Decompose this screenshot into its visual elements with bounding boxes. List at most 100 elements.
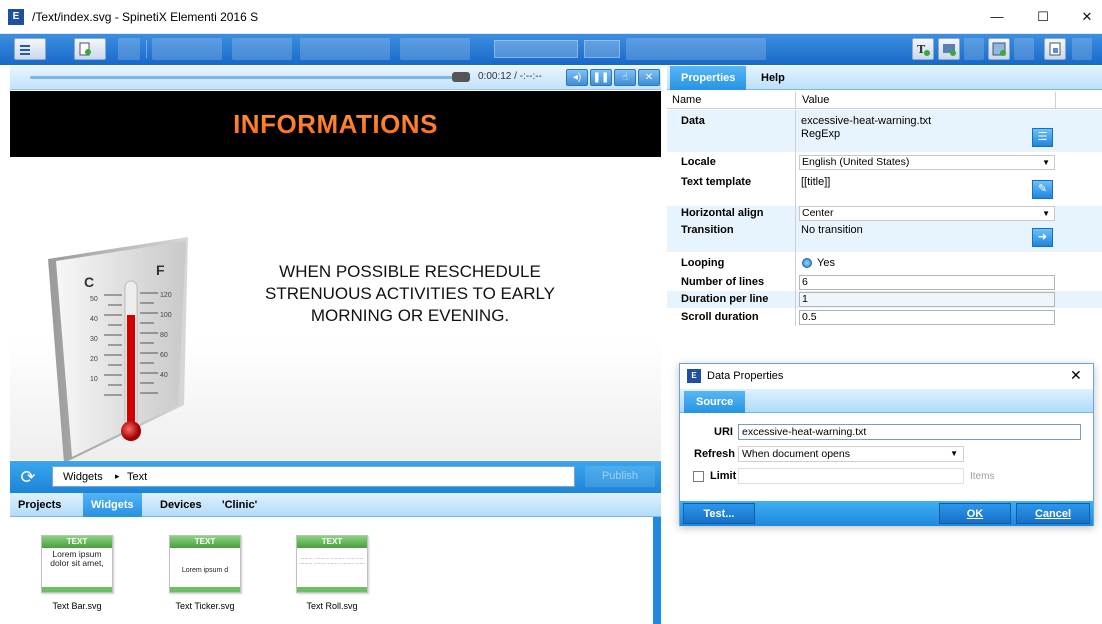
chevron-down-icon: ▼: [950, 449, 958, 458]
widget-card-text-roll[interactable]: TEXT ·········· ··········· ·········· ·…: [296, 535, 368, 593]
dialog-close-icon[interactable]: ✕: [1070, 367, 1082, 384]
playback-time: 0:00:12 / -:--:--: [478, 71, 542, 82]
chevron-down-icon: ▼: [1042, 158, 1050, 167]
add-widget-button[interactable]: [1014, 38, 1034, 60]
arrange-buttons-group[interactable]: [400, 38, 470, 60]
chevron-down-icon: ▼: [1042, 209, 1050, 218]
layer-buttons-group[interactable]: [300, 38, 390, 60]
card-preview-text: ·········· ··········· ·········· ······…: [299, 556, 365, 566]
property-row-data: Data excessive-heat-warning.txt RegExp ☰: [667, 110, 1102, 152]
stop-icon[interactable]: ✕: [638, 69, 660, 86]
fahrenheit-tick: 40: [160, 372, 168, 379]
edit-buttons-group[interactable]: [152, 38, 222, 60]
preview-document-button[interactable]: [1044, 38, 1066, 60]
widget-card-text-ticker[interactable]: TEXT Lorem ipsum d: [169, 535, 241, 593]
uri-input[interactable]: excessive-heat-warning.txt: [738, 424, 1081, 440]
tab-devices[interactable]: Devices: [152, 493, 210, 517]
property-value[interactable]: No transition: [801, 224, 863, 236]
edit-pencil-icon[interactable]: ✎: [1032, 180, 1053, 199]
cancel-button[interactable]: Cancel: [1016, 503, 1090, 524]
ok-button[interactable]: OK: [939, 503, 1011, 524]
clipboard-buttons-group[interactable]: [232, 38, 292, 60]
breadcrumb-root[interactable]: Widgets: [63, 471, 103, 483]
celsius-tick: 10: [90, 376, 98, 383]
property-name: Locale: [681, 156, 716, 168]
limit-input[interactable]: [738, 468, 964, 484]
add-shape-button[interactable]: [964, 38, 984, 60]
maximize-button[interactable]: ☐: [1020, 0, 1066, 34]
property-value[interactable]: Yes: [817, 257, 835, 269]
fahrenheit-tick: 80: [160, 332, 168, 339]
volume-indicator: [452, 72, 470, 82]
property-name: Looping: [681, 257, 725, 269]
tab-source[interactable]: Source: [684, 391, 746, 413]
property-name: Number of lines: [681, 276, 765, 288]
tab-help[interactable]: Help: [750, 66, 796, 90]
add-image-button[interactable]: [988, 38, 1010, 60]
test-button[interactable]: Test...: [683, 503, 755, 524]
scroll-duration-input[interactable]: 0.5: [799, 310, 1055, 325]
property-row-locale: Locale English (United States) ▼: [667, 154, 1102, 172]
close-button[interactable]: ✕: [1064, 0, 1102, 34]
save-icon[interactable]: [118, 38, 140, 60]
tab-properties[interactable]: Properties: [670, 66, 747, 90]
widget-name[interactable]: Text Bar.svg: [32, 601, 122, 611]
pause-icon[interactable]: ❚❚: [590, 69, 612, 86]
property-value-type[interactable]: RegExp: [801, 128, 840, 140]
add-media-button[interactable]: [938, 38, 960, 60]
widget-name[interactable]: Text Ticker.svg: [160, 601, 250, 611]
column-header-name: Name: [672, 94, 702, 106]
horizontal-align-select[interactable]: Center ▼: [799, 206, 1055, 221]
new-document-button[interactable]: [74, 38, 106, 60]
limit-checkbox[interactable]: [693, 471, 704, 482]
widget-card-text-bar[interactable]: TEXT Lorem ipsum dolor sit amet,: [41, 535, 113, 593]
tab-clinic[interactable]: 'Clinic': [214, 493, 265, 517]
dialog-title: Data Properties: [707, 370, 784, 382]
data-source-icon[interactable]: ☰: [1032, 128, 1053, 147]
refresh-select[interactable]: When document opens ▼: [738, 446, 964, 462]
property-value[interactable]: [[title]]: [801, 176, 830, 188]
thermometer-icon: C F 50 40 30 20 10 120 100 80 60 40: [48, 237, 188, 463]
widgets-bar: ⟳ Widgets ▸ Text Publish: [10, 461, 661, 493]
dialog-button-bar: Test... OK Cancel: [680, 501, 1093, 526]
hand-icon[interactable]: ☝: [614, 69, 636, 86]
add-text-button[interactable]: T: [912, 38, 934, 60]
duration-per-line-input[interactable]: 1: [799, 292, 1055, 307]
font-family-combo[interactable]: [494, 40, 578, 58]
library-scrollbar[interactable]: [653, 517, 661, 624]
path-bar[interactable]: Widgets ▸ Text: [52, 466, 575, 487]
widget-library: TEXT Lorem ipsum dolor sit amet, Text Ba…: [10, 517, 653, 624]
refresh-icon[interactable]: ⟳: [18, 467, 38, 487]
property-name: Horizontal align: [681, 207, 764, 219]
transition-arrow-icon[interactable]: ➜: [1032, 228, 1053, 247]
audio-icon[interactable]: ◂): [566, 69, 588, 86]
widget-name[interactable]: Text Roll.svg: [287, 601, 377, 611]
text-format-buttons-group[interactable]: [626, 38, 766, 60]
dialog-title-bar[interactable]: E Data Properties ✕: [680, 364, 1093, 389]
properties-tab-bar: Properties Help: [667, 66, 1102, 90]
looping-radio[interactable]: [802, 258, 812, 268]
breadcrumb-arrow-icon: ▸: [115, 471, 120, 481]
app-icon: E: [8, 9, 24, 25]
property-value[interactable]: excessive-heat-warning.txt: [801, 115, 931, 127]
locale-select[interactable]: English (United States) ▼: [799, 155, 1055, 170]
bottom-tab-bar: Projects Widgets Devices 'Clinic': [10, 493, 661, 517]
card-preview-text: Lorem ipsum dolor sit amet,: [50, 549, 104, 568]
font-size-combo[interactable]: [584, 40, 620, 58]
celsius-tick: 30: [90, 336, 98, 343]
tab-widgets[interactable]: Widgets: [83, 493, 142, 517]
property-row-scroll-duration: Scroll duration 0.5: [667, 309, 1102, 326]
property-name: Duration per line: [681, 293, 769, 305]
tab-projects[interactable]: Projects: [10, 493, 69, 517]
minimize-button[interactable]: —: [974, 0, 1020, 34]
property-row-looping: Looping Yes: [667, 256, 1102, 272]
number-of-lines-input[interactable]: 6: [799, 275, 1055, 290]
property-name: Scroll duration: [681, 311, 759, 323]
menu-button[interactable]: [14, 38, 46, 60]
breadcrumb-current[interactable]: Text: [127, 471, 147, 483]
playback-progress[interactable]: [30, 76, 454, 79]
property-row-horizontal-align: Horizontal align Center ▼: [667, 206, 1102, 222]
card-header: TEXT: [297, 536, 367, 548]
settings-button[interactable]: [1072, 38, 1092, 60]
publish-button[interactable]: Publish: [585, 466, 655, 487]
